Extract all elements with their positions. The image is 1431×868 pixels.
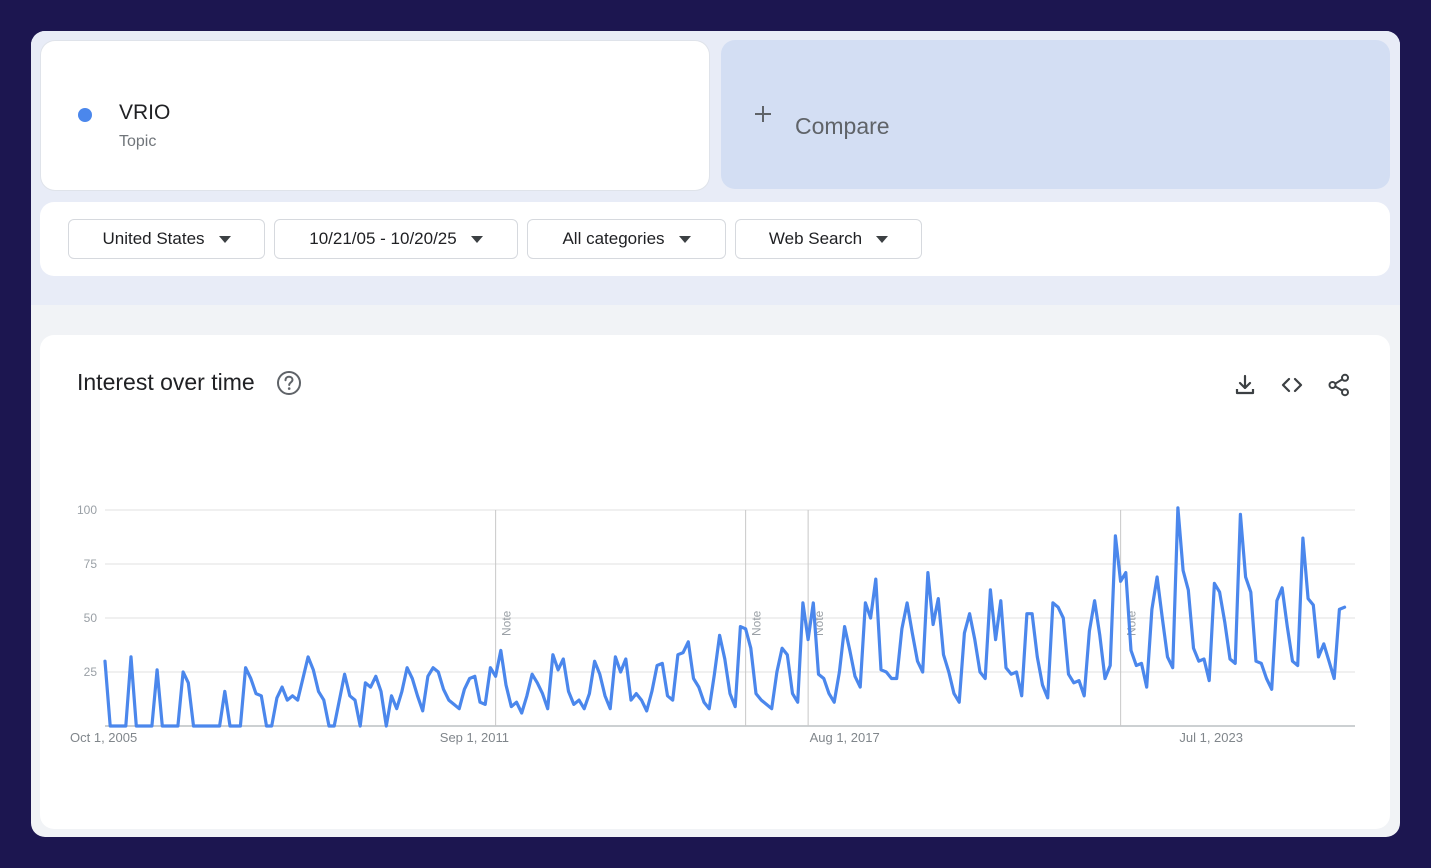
interest-line-chart: 255075100Note Note Note NoteOct 1, 2005 Sep … xyxy=(70,503,1355,745)
y-tick-label: 50 xyxy=(84,611,98,625)
date-range-value: 10/21/05 - 10/20/25 xyxy=(309,229,457,248)
y-tick-label: 100 xyxy=(77,503,97,517)
x-tick-label: Jul 1, 2023 xyxy=(1179,730,1243,745)
search-type-dropdown[interactable]: Web Search xyxy=(735,219,922,259)
search-term-card[interactable]: VRIO Topic xyxy=(41,41,709,190)
category-dropdown[interactable]: All categories xyxy=(527,219,726,259)
region-value: United States xyxy=(102,229,205,248)
x-tick-label: Aug 1, 2017 xyxy=(810,730,880,745)
note-label: Note xyxy=(750,610,764,636)
category-value: All categories xyxy=(562,229,665,248)
term-name: VRIO xyxy=(119,101,171,124)
compare-label: Compare xyxy=(795,113,890,139)
caret-down-icon xyxy=(218,235,231,243)
caret-down-icon xyxy=(470,235,483,243)
caret-down-icon xyxy=(876,235,889,243)
note-label: Note xyxy=(500,610,514,636)
plus-icon xyxy=(755,106,771,122)
series-line xyxy=(103,506,1347,728)
caret-down-icon xyxy=(678,235,691,243)
app-frame: VRIO Topic Compare United States 10/21/0… xyxy=(31,31,1400,837)
y-tick-label: 25 xyxy=(84,665,98,679)
series-color-dot xyxy=(78,108,92,122)
compare-button[interactable]: Compare xyxy=(721,40,1390,189)
filters-bar: United States 10/21/05 - 10/20/25 All ca… xyxy=(40,202,1390,276)
term-type: Topic xyxy=(119,133,157,150)
region-dropdown[interactable]: United States xyxy=(68,219,265,259)
date-range-dropdown[interactable]: 10/21/05 - 10/20/25 xyxy=(274,219,518,259)
search-type-value: Web Search xyxy=(768,229,863,248)
interest-over-time-card: Interest over time 25 50 75 100 Note Note Note… xyxy=(40,335,1390,829)
y-tick-label: 75 xyxy=(84,557,98,571)
x-tick-label: Oct 1, 2005 xyxy=(70,730,137,745)
note-label: Note xyxy=(1125,610,1139,636)
x-tick-label: Sep 1, 2011 xyxy=(440,730,509,745)
